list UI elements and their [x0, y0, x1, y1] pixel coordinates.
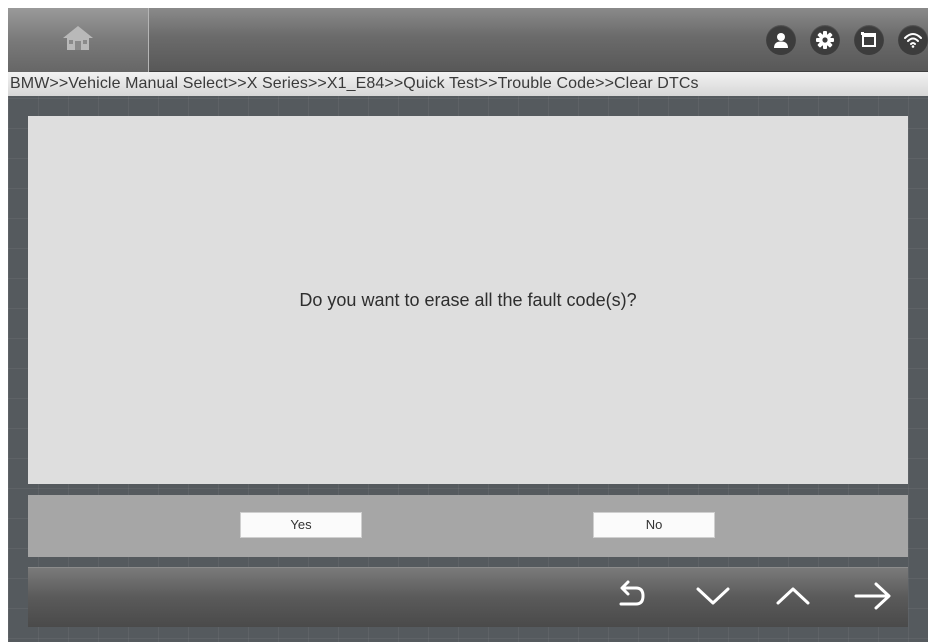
chevron-up-icon: [775, 584, 811, 613]
window-icon[interactable]: [854, 25, 884, 55]
back-button[interactable]: [608, 578, 654, 618]
back-icon: [614, 579, 648, 618]
wifi-icon[interactable]: [898, 25, 928, 55]
gear-icon[interactable]: [810, 25, 840, 55]
top-bar: [8, 8, 928, 72]
arrow-right-icon: [853, 581, 893, 616]
home-button[interactable]: [8, 8, 149, 72]
app-screen: BMW>>Vehicle Manual Select>>X Series>>X1…: [8, 8, 928, 642]
yes-button[interactable]: Yes: [240, 512, 362, 538]
scroll-up-button[interactable]: [770, 578, 816, 618]
chevron-down-icon: [695, 584, 731, 613]
message-panel: Do you want to erase all the fault code(…: [28, 116, 908, 484]
user-icon[interactable]: [766, 25, 796, 55]
scroll-down-button[interactable]: [690, 578, 736, 618]
status-icons: [766, 8, 928, 72]
breadcrumb: BMW>>Vehicle Manual Select>>X Series>>X1…: [8, 72, 928, 96]
bottom-toolbar: [28, 567, 908, 627]
button-bar: Yes No: [28, 495, 908, 557]
home-icon: [60, 23, 96, 58]
dialog-message: Do you want to erase all the fault code(…: [299, 289, 637, 310]
no-button[interactable]: No: [593, 512, 715, 538]
next-button[interactable]: [850, 578, 896, 618]
